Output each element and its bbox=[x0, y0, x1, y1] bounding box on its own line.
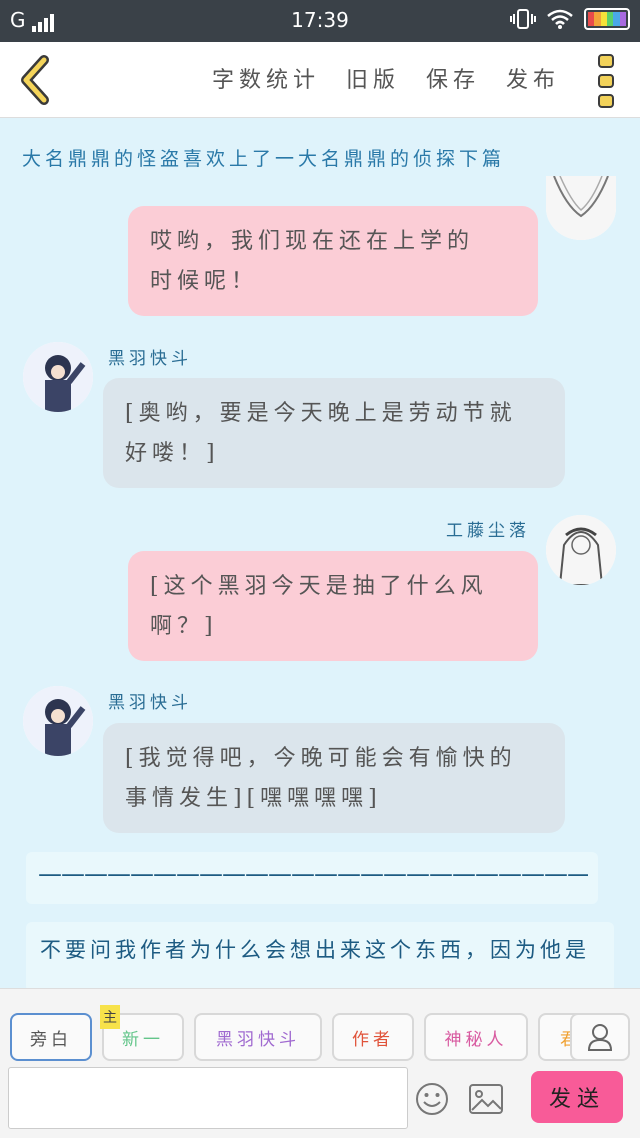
divider-line: ————————————————————————— bbox=[38, 860, 588, 888]
role-chip-mystery[interactable]: 神秘人 bbox=[424, 1013, 528, 1061]
role-chip-narration[interactable]: 旁白 bbox=[10, 1013, 92, 1061]
status-icons bbox=[510, 8, 630, 30]
divider-card: ————————————————————————— bbox=[26, 852, 598, 904]
role-label: 神秘人 bbox=[444, 1029, 508, 1050]
message-bubble: [这个黑羽今天是抽了什么风 啊？] bbox=[128, 551, 538, 661]
top-bar: 字数统计 旧版 保存 发布 bbox=[0, 42, 640, 118]
message-text-line: 事情发生][嘿嘿嘿嘿] bbox=[125, 786, 382, 811]
image-icon[interactable] bbox=[468, 1083, 504, 1115]
publish-button[interactable]: 发布 bbox=[506, 62, 560, 94]
narration-card: 不要问我作者为什么会想出来这个东西，因为他是 bbox=[26, 922, 614, 992]
old-version-button[interactable]: 旧版 bbox=[346, 62, 400, 94]
send-button[interactable]: 发送 bbox=[531, 1071, 623, 1123]
wifi-icon bbox=[547, 9, 573, 29]
narration-text: 不要问我作者为什么会想出来这个东西，因为他是 bbox=[40, 938, 590, 962]
role-chip-kaito[interactable]: 黑羽快斗 bbox=[194, 1013, 322, 1061]
message-text-line: [这个黑羽今天是抽了什么风 bbox=[150, 574, 488, 599]
story-title: 大名鼎鼎的怪盗喜欢上了一大名鼎鼎的侦探下篇 bbox=[22, 148, 506, 170]
message-input[interactable] bbox=[8, 1067, 408, 1129]
avatar bbox=[23, 686, 93, 756]
message-text-line: 啊？] bbox=[150, 614, 218, 639]
role-chip-author[interactable]: 作者 bbox=[332, 1013, 414, 1061]
message-text-line: [我觉得吧，今晚可能会有愉快的 bbox=[125, 746, 517, 771]
emoji-icon[interactable] bbox=[414, 1081, 450, 1117]
word-count-button[interactable]: 字数统计 bbox=[212, 62, 320, 94]
role-label: 黑羽快斗 bbox=[216, 1029, 300, 1050]
speaker-name: 工藤尘落 bbox=[446, 521, 530, 541]
send-label: 发送 bbox=[548, 1087, 605, 1112]
composer-panel: 旁白 新一 主 黑羽快斗 作者 神秘人 君 发送 bbox=[0, 988, 640, 1138]
message-bubble: [奥哟，要是今天晚上是劳动节就 好喽！] bbox=[103, 378, 565, 488]
message-text-line: 时候呢！ bbox=[150, 269, 259, 294]
role-label: 作者 bbox=[352, 1029, 394, 1050]
toolbar-actions: 字数统计 旧版 保存 发布 bbox=[212, 62, 560, 94]
speaker-name: 黑羽快斗 bbox=[108, 349, 192, 369]
battery-segment bbox=[619, 12, 626, 26]
avatar bbox=[546, 515, 616, 585]
message-bubble: 哎哟，我们现在还在上学的 时候呢！ bbox=[128, 206, 538, 316]
main-role-badge: 主 bbox=[100, 1005, 120, 1029]
status-bar: G 17:39 bbox=[0, 0, 640, 42]
kebab-menu-icon[interactable] bbox=[598, 54, 618, 108]
chevron-left-icon[interactable] bbox=[14, 54, 56, 106]
speaker-name: 黑羽快斗 bbox=[108, 693, 192, 713]
message-text-line: 好喽！] bbox=[125, 441, 220, 466]
message-text-line: 哎哟，我们现在还在上学的 bbox=[150, 229, 475, 254]
avatar bbox=[546, 176, 616, 240]
role-label: 新一 bbox=[122, 1029, 164, 1050]
vibrate-icon bbox=[510, 9, 536, 29]
message-text-line: [奥哟，要是今天晚上是劳动节就 bbox=[125, 401, 517, 426]
save-button[interactable]: 保存 bbox=[426, 62, 480, 94]
person-icon[interactable] bbox=[570, 1013, 630, 1061]
avatar bbox=[23, 342, 93, 412]
battery-icon bbox=[584, 8, 630, 30]
message-bubble: [我觉得吧，今晚可能会有愉快的 事情发生][嘿嘿嘿嘿] bbox=[103, 723, 565, 833]
role-label: 旁白 bbox=[30, 1029, 72, 1050]
